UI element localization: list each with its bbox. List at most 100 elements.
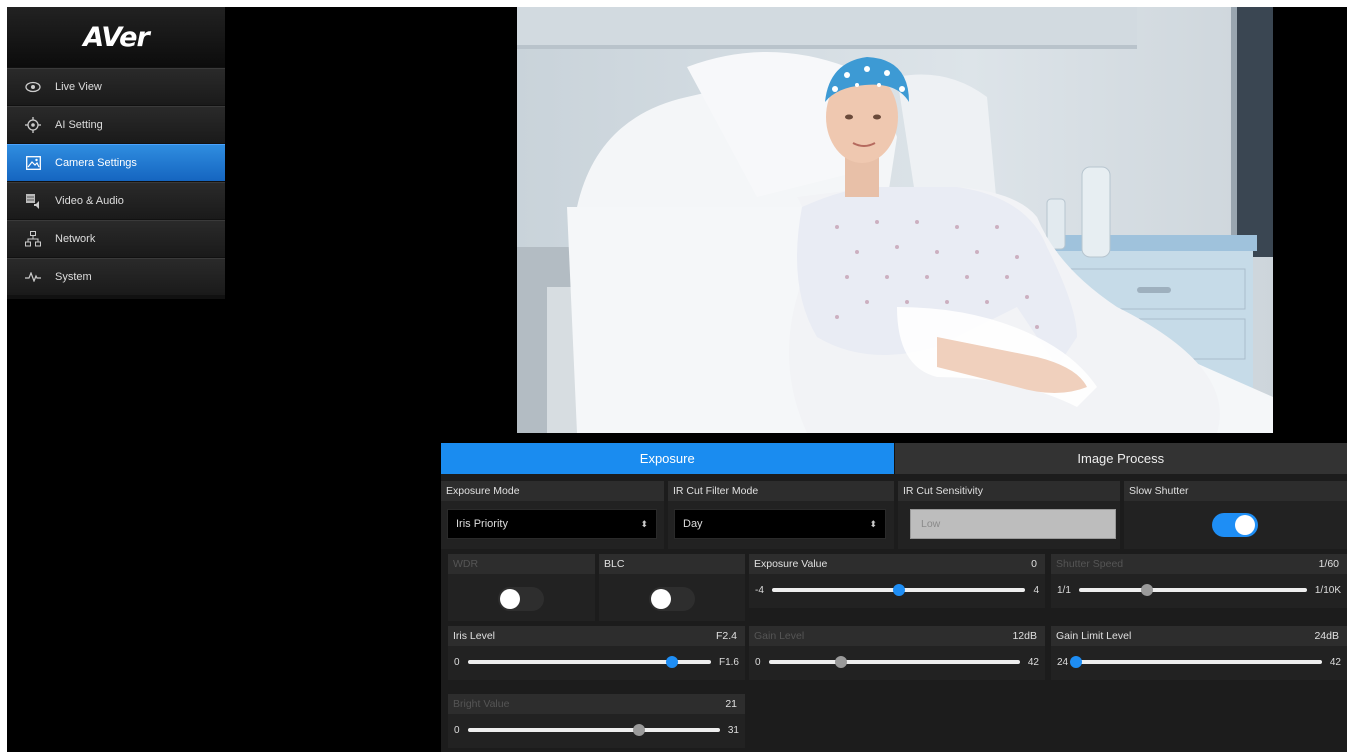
sidebar-item-label: Live View bbox=[55, 81, 102, 93]
exposure-mode-value: Iris Priority bbox=[456, 518, 508, 530]
shutter-speed-min: 1/1 bbox=[1057, 584, 1071, 596]
sidebar: AVer Live View AI Setting Camera Setting… bbox=[7, 7, 225, 299]
exposure-value-max: 4 bbox=[1033, 584, 1039, 596]
gain-level-group: Gain Level 12dB 0 42 bbox=[749, 626, 1045, 680]
app-screen: AVer Live View AI Setting Camera Setting… bbox=[7, 7, 1347, 752]
bright-value-readout: 21 bbox=[725, 698, 737, 710]
toggle-knob bbox=[1235, 515, 1255, 535]
tab-image-process[interactable]: Image Process bbox=[893, 443, 1347, 474]
exposure-value-slider[interactable] bbox=[771, 584, 1026, 596]
image-icon bbox=[25, 155, 41, 171]
slow-shutter-label: Slow Shutter bbox=[1129, 485, 1189, 497]
gain-level-slider-row: 0 42 bbox=[749, 648, 1045, 676]
logo-text: AVer bbox=[83, 21, 150, 53]
ir-cut-sensitivity-group: IR Cut Sensitivity Low bbox=[898, 481, 1120, 549]
blc-toggle[interactable] bbox=[649, 587, 695, 611]
tab-exposure[interactable]: Exposure bbox=[441, 443, 894, 474]
gain-limit-level-label: Gain Limit Level bbox=[1056, 630, 1132, 642]
bright-value-group: Bright Value 21 0 31 bbox=[448, 694, 745, 748]
eye-icon bbox=[25, 79, 41, 95]
sidebar-item-camera-settings[interactable]: Camera Settings bbox=[7, 144, 225, 181]
exposure-value-label: Exposure Value bbox=[754, 558, 828, 570]
exposure-value-slider-row: -4 4 bbox=[749, 576, 1045, 604]
wdr-header: WDR bbox=[448, 554, 595, 574]
iris-level-min: 0 bbox=[454, 656, 460, 668]
slider-thumb[interactable] bbox=[1070, 656, 1083, 668]
gain-limit-level-group: Gain Limit Level 24dB 24 42 bbox=[1051, 626, 1347, 680]
toggle-knob bbox=[500, 589, 520, 609]
select-arrows-icon: ⬍ bbox=[869, 518, 877, 529]
wdr-toggle[interactable] bbox=[498, 587, 544, 611]
ir-cut-sensitivity-header: IR Cut Sensitivity bbox=[898, 481, 1120, 501]
shutter-speed-label: Shutter Speed bbox=[1056, 558, 1124, 570]
gain-limit-level-slider[interactable] bbox=[1070, 656, 1322, 668]
sidebar-item-system[interactable]: System bbox=[7, 258, 225, 295]
sidebar-item-live-view[interactable]: Live View bbox=[7, 68, 225, 105]
shutter-speed-group: Shutter Speed 1/60 1/1 1/10K bbox=[1051, 554, 1347, 608]
iris-level-label: Iris Level bbox=[453, 630, 496, 642]
sidebar-item-label: Camera Settings bbox=[55, 157, 137, 169]
slider-thumb[interactable] bbox=[1141, 584, 1154, 596]
wdr-group: WDR bbox=[448, 554, 595, 621]
live-video-preview bbox=[517, 7, 1273, 433]
ir-cut-filter-mode-select[interactable]: Day ⬍ bbox=[674, 509, 886, 539]
slow-shutter-toggle[interactable] bbox=[1212, 513, 1258, 537]
select-arrows-icon: ⬍ bbox=[640, 518, 648, 529]
ir-cut-filter-mode-group: IR Cut Filter Mode Day ⬍ bbox=[668, 481, 894, 549]
gain-level-header: Gain Level 12dB bbox=[749, 626, 1045, 646]
iris-level-slider-row: 0 F1.6 bbox=[448, 648, 745, 676]
gain-limit-level-max: 42 bbox=[1329, 656, 1341, 668]
shutter-speed-slider-row: 1/1 1/10K bbox=[1051, 576, 1347, 604]
gain-limit-level-min: 24 bbox=[1057, 656, 1069, 668]
pulse-icon bbox=[25, 269, 41, 285]
sidebar-item-ai-setting[interactable]: AI Setting bbox=[7, 106, 225, 143]
bright-value-header: Bright Value 21 bbox=[448, 694, 745, 714]
slider-thumb[interactable] bbox=[633, 724, 646, 736]
sidebar-item-network[interactable]: Network bbox=[7, 220, 225, 257]
aver-logo: AVer bbox=[7, 7, 225, 67]
blc-header: BLC bbox=[599, 554, 745, 574]
exposure-value-min: -4 bbox=[755, 584, 764, 596]
bright-value-max: 31 bbox=[727, 724, 739, 736]
settings-tabs: Exposure Image Process bbox=[441, 443, 1347, 474]
iris-level-header: Iris Level F2.4 bbox=[448, 626, 745, 646]
iris-level-slider[interactable] bbox=[467, 656, 711, 668]
settings-panel: Exposure Image Process Exposure Mode Iri… bbox=[441, 443, 1347, 752]
sidebar-item-label: Network bbox=[55, 233, 96, 245]
blc-group: BLC bbox=[599, 554, 745, 621]
exposure-mode-group: Exposure Mode Iris Priority ⬍ bbox=[441, 481, 664, 549]
exposure-value-header: Exposure Value 0 bbox=[749, 554, 1045, 574]
sidebar-item-video-audio[interactable]: Video & Audio bbox=[7, 182, 225, 219]
exposure-mode-select[interactable]: Iris Priority ⬍ bbox=[447, 509, 657, 539]
slow-shutter-header: Slow Shutter bbox=[1124, 481, 1347, 501]
network-icon bbox=[25, 231, 41, 247]
sidebar-item-label: AI Setting bbox=[55, 119, 103, 131]
ir-cut-filter-mode-label: IR Cut Filter Mode bbox=[673, 485, 759, 497]
exposure-mode-label: Exposure Mode bbox=[446, 485, 520, 497]
blc-label: BLC bbox=[604, 558, 625, 570]
ir-cut-sensitivity-label: IR Cut Sensitivity bbox=[903, 485, 983, 497]
ir-cut-sensitivity-field: Low bbox=[910, 509, 1116, 539]
sidebar-item-label: System bbox=[55, 271, 92, 283]
iris-level-readout: F2.4 bbox=[715, 630, 737, 642]
ir-cut-filter-mode-header: IR Cut Filter Mode bbox=[668, 481, 894, 501]
bright-value-slider-row: 0 31 bbox=[448, 716, 745, 744]
wdr-label: WDR bbox=[453, 558, 479, 570]
crosshair-icon bbox=[25, 117, 41, 133]
sidebar-item-label: Video & Audio bbox=[55, 195, 124, 207]
shutter-speed-slider[interactable] bbox=[1078, 584, 1307, 596]
gain-level-slider[interactable] bbox=[768, 656, 1020, 668]
slider-thumb[interactable] bbox=[835, 656, 848, 668]
video-audio-icon bbox=[25, 193, 41, 209]
bright-value-min: 0 bbox=[454, 724, 460, 736]
gain-level-readout: 12dB bbox=[1012, 630, 1037, 642]
bright-value-slider[interactable] bbox=[467, 724, 720, 736]
gain-level-label: Gain Level bbox=[754, 630, 805, 642]
slow-shutter-group: Slow Shutter bbox=[1124, 481, 1347, 549]
gain-limit-level-readout: 24dB bbox=[1314, 630, 1339, 642]
gain-level-max: 42 bbox=[1027, 656, 1039, 668]
shutter-speed-max: 1/10K bbox=[1314, 584, 1341, 596]
slider-thumb[interactable] bbox=[666, 656, 679, 668]
shutter-speed-header: Shutter Speed 1/60 bbox=[1051, 554, 1347, 574]
slider-thumb[interactable] bbox=[892, 584, 905, 596]
